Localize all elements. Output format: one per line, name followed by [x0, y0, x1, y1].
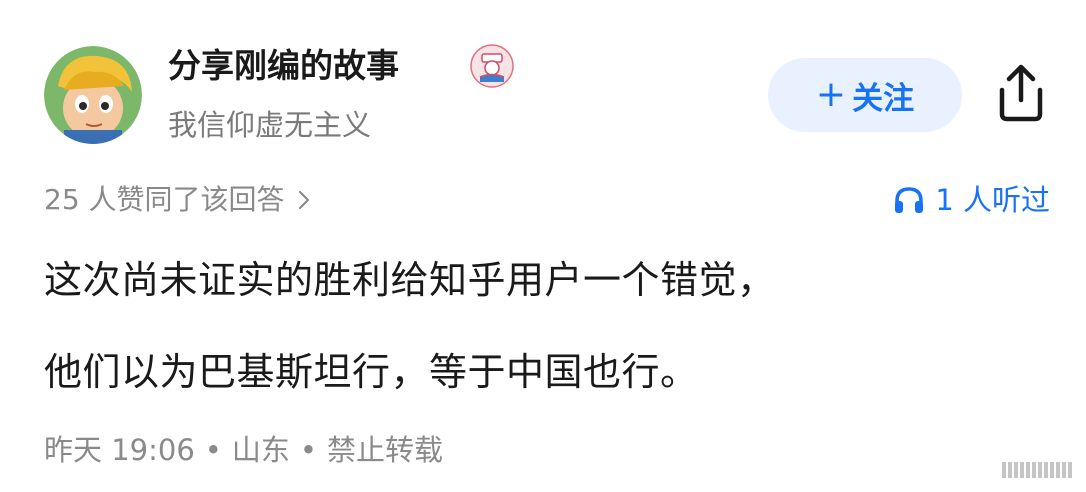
headphones-icon — [895, 187, 924, 213]
avatar[interactable] — [44, 46, 142, 144]
answer-text-line: 他们以为巴基斯坦行，等于中国也行。 — [44, 350, 699, 394]
listen-count-text: 1 人听过 — [935, 183, 1050, 217]
follow-button[interactable]: + 关注 — [768, 58, 962, 132]
share-icon[interactable] — [994, 62, 1048, 124]
post-location: 山东 — [231, 433, 290, 467]
meta-separator: • — [299, 433, 318, 467]
listen-count[interactable]: 1 人听过 — [893, 180, 1050, 220]
chevron-right-icon — [298, 190, 309, 210]
copyright-notice: 禁止转载 — [327, 433, 444, 467]
sailor-badge-icon[interactable] — [470, 44, 514, 88]
cartoon-avatar — [44, 46, 142, 144]
meta-separator: • — [204, 433, 222, 467]
plus-icon: + — [815, 74, 847, 115]
watermark-bars — [1002, 462, 1072, 478]
upvote-count-link[interactable]: 25 人赞同了该回答 — [44, 180, 311, 220]
author-name[interactable]: 分享刚编的故事 — [168, 42, 399, 90]
answer-meta: 昨天 19:06 • 山东 • 禁止转载 — [44, 428, 443, 472]
author-bio: 我信仰虚无主义 — [168, 108, 372, 142]
post-time: 昨天 19:06 — [44, 433, 195, 467]
upvote-count-text: 25 人赞同了该回答 — [44, 183, 285, 216]
answer-text-line: 这次尚未证实的胜利给知乎用户一个错觉， — [44, 258, 776, 302]
follow-button-label: 关注 — [852, 80, 915, 117]
